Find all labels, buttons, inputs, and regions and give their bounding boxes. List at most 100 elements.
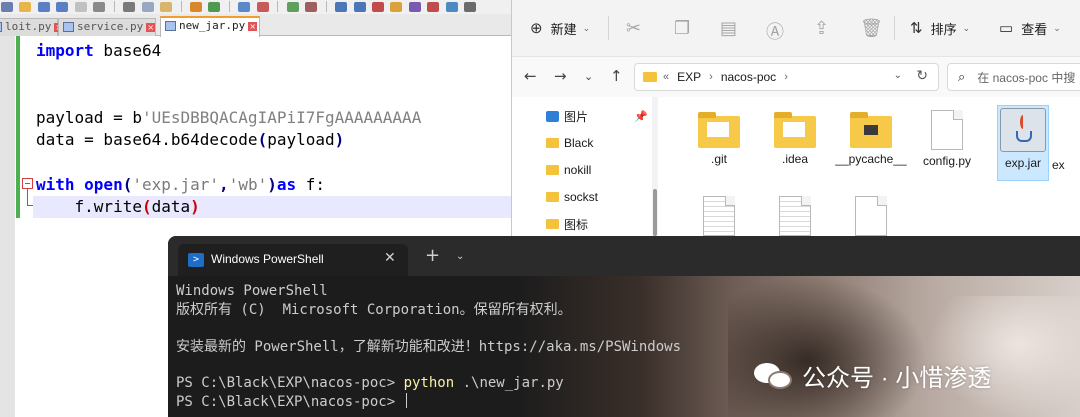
copy-icon[interactable]: ❐ [674, 18, 690, 39]
fold-toggle-icon[interactable] [22, 178, 33, 189]
view-button[interactable]: ▭ 查看 ⌄ [999, 18, 1061, 38]
close-icon[interactable]: ✕ [384, 250, 396, 266]
zoom-in-icon[interactable] [286, 2, 299, 12]
monitor-icon[interactable] [464, 2, 477, 12]
replace-icon[interactable] [256, 2, 269, 12]
code-line-8[interactable]: f.write(data) [36, 196, 200, 218]
copy-icon[interactable] [141, 2, 154, 12]
chevron-down-icon[interactable]: ⌄ [456, 251, 464, 262]
nav-item-pictures[interactable]: 图片 [546, 107, 588, 125]
code-token: payload [267, 130, 335, 149]
zoom-out-icon[interactable] [305, 2, 318, 12]
recent-locations-icon[interactable]: ⌄ [584, 70, 593, 83]
operator-token: ) [267, 175, 277, 194]
breadcrumb-item[interactable]: EXP [677, 70, 701, 84]
address-bar[interactable]: « EXP › nacos-poc › ⌄ ↻ [634, 63, 939, 91]
nav-scrollbar-thumb[interactable] [653, 189, 657, 236]
rename-icon[interactable]: Ⓐ [766, 18, 784, 44]
up-arrow-icon[interactable]: ↑ [610, 67, 623, 85]
breadcrumb-overflow[interactable]: « [663, 71, 669, 83]
terminal-command: python [403, 375, 455, 391]
file-item-row2[interactable] [835, 196, 907, 236]
folder-content-glyph [783, 122, 805, 137]
sync-scroll-icon[interactable] [335, 2, 348, 12]
paste-icon[interactable] [160, 2, 173, 12]
keyword-token: with [36, 175, 75, 194]
file-label: .idea [781, 152, 809, 166]
sort-button[interactable]: ⇅ 排序 ⌄ [910, 18, 970, 38]
cut-icon[interactable] [123, 2, 136, 12]
delete-icon[interactable]: 🗑 [860, 18, 883, 39]
background-image-shade [728, 276, 928, 417]
nav-item-black[interactable]: Black [546, 134, 593, 152]
chevron-right-icon: › [784, 71, 788, 83]
file-item-config-py[interactable]: config.py [911, 110, 983, 169]
nav-item-icons[interactable]: 图标 [546, 215, 588, 233]
nav-item-sockst[interactable]: sockst [546, 188, 598, 206]
search-input[interactable]: ⌕ 在 nacos-poc 中搜 [947, 63, 1080, 91]
code-line-5[interactable]: data = base64.b64decode(payload) [36, 129, 344, 151]
fold-guide [27, 189, 28, 205]
file-item-git[interactable]: .git [683, 112, 755, 167]
tab-service-py[interactable]: service.py × [58, 18, 156, 36]
document-icon [779, 196, 811, 236]
folder-icon [774, 112, 816, 148]
back-arrow-icon[interactable]: ← [524, 67, 537, 85]
chevron-down-icon[interactable]: ⌄ [894, 70, 902, 81]
folder-icon [850, 112, 892, 148]
file-item-idea[interactable]: .idea [759, 112, 831, 167]
close-tab-icon[interactable]: × [146, 23, 156, 32]
save-all-icon[interactable] [56, 2, 69, 12]
operator-token: ( [257, 130, 268, 149]
forward-arrow-icon[interactable]: → [554, 67, 567, 85]
paste-icon[interactable]: ▤ [720, 18, 737, 39]
pin-icon[interactable]: 📌 [634, 110, 648, 123]
folder-icon [546, 138, 559, 148]
document-icon [931, 110, 963, 150]
sort-icon: ⇅ [910, 20, 923, 37]
terminal-tab[interactable]: > Windows PowerShell ✕ [178, 244, 408, 276]
new-button[interactable]: ⊕ 新建 ⌄ [530, 18, 590, 38]
new-file-icon[interactable] [1, 2, 13, 12]
redo-icon[interactable] [208, 2, 221, 12]
nav-item-nokill[interactable]: nokill [546, 161, 591, 179]
file-item-pycache[interactable]: __pycache__ [835, 112, 907, 167]
file-item-partial[interactable]: ex [1052, 110, 1080, 173]
undo-icon[interactable] [189, 2, 202, 12]
word-wrap-icon[interactable] [353, 2, 366, 12]
terminal-input-line[interactable]: PS C:\Black\EXP\nacos-poc> [176, 393, 407, 411]
play-macro-icon[interactable] [445, 2, 458, 12]
file-item-exp-jar[interactable]: exp.jar [987, 108, 1059, 171]
terminal-prompt: PS C:\Black\EXP\nacos-poc> [176, 394, 404, 410]
document-icon [703, 196, 735, 236]
open-file-icon[interactable] [19, 2, 32, 12]
refresh-icon[interactable]: ↻ [916, 67, 928, 84]
tab-new-jar-py[interactable]: new_jar.py × [160, 16, 260, 37]
nav-item-label: sockst [564, 190, 599, 204]
indent-guide-icon[interactable] [390, 2, 403, 12]
new-button-label: 新建 [550, 21, 577, 37]
file-item-row2[interactable] [759, 196, 831, 236]
share-icon[interactable]: ⇪ [814, 18, 829, 39]
folder-content-glyph [864, 125, 878, 135]
operator-token: ( [122, 175, 133, 194]
breadcrumb-item[interactable]: nacos-poc [721, 70, 776, 84]
close-tab-icon[interactable]: × [248, 22, 258, 31]
code-line-1[interactable]: import base64 [36, 40, 161, 62]
new-tab-icon[interactable]: + [425, 247, 440, 265]
print-icon[interactable] [93, 2, 106, 12]
show-all-chars-icon[interactable] [371, 2, 384, 12]
code-line-4[interactable]: payload = b'UEsDBBQACAgIAPiI7FgAAAAAAAAA [36, 107, 421, 129]
save-icon[interactable] [37, 2, 50, 12]
explorer-command-bar: ⊕ 新建 ⌄ ✂ ❐ ▤ Ⓐ ⇪ 🗑 ⇅ 排序 ⌄ ▭ 查看 ⌄ [512, 0, 1080, 57]
text-cursor [405, 393, 407, 408]
close-file-icon[interactable] [74, 2, 87, 12]
cut-icon[interactable]: ✂ [626, 18, 641, 39]
record-macro-icon[interactable] [427, 2, 440, 12]
find-icon[interactable] [238, 2, 251, 12]
function-list-icon[interactable] [408, 2, 421, 12]
file-item-row2[interactable] [683, 196, 755, 236]
code-line-7[interactable]: with open('exp.jar','wb')as f: [36, 174, 325, 196]
file-tab-icon [63, 22, 74, 32]
tab-loit-py[interactable]: loit.py× [0, 18, 64, 36]
